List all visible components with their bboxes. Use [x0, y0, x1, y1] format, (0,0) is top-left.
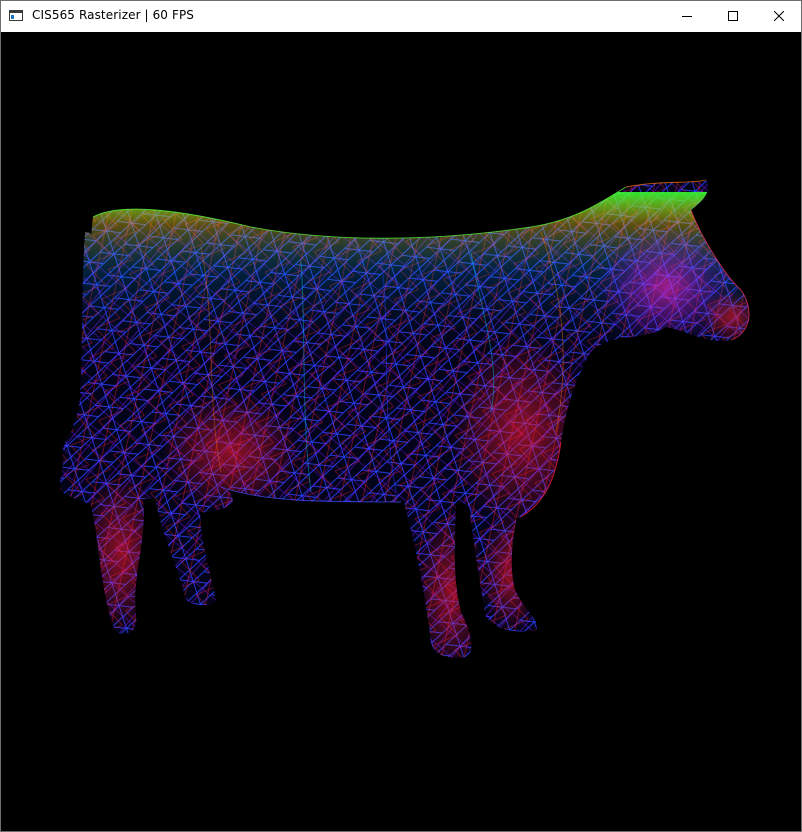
close-icon — [774, 11, 784, 21]
maximize-button[interactable] — [710, 1, 756, 31]
minimize-icon — [682, 16, 692, 17]
render-viewport[interactable] — [1, 32, 801, 831]
title-bar[interactable]: CIS565 Rasterizer | 60 FPS — [1, 1, 801, 31]
close-button[interactable] — [756, 1, 802, 31]
console-app-icon — [9, 10, 23, 21]
wireframe-cow-mesh — [1, 32, 801, 831]
maximize-icon — [728, 11, 738, 21]
app-window: CIS565 Rasterizer | 60 FPS — [0, 0, 802, 832]
minimize-button[interactable] — [664, 1, 710, 31]
window-title: CIS565 Rasterizer | 60 FPS — [32, 8, 195, 22]
